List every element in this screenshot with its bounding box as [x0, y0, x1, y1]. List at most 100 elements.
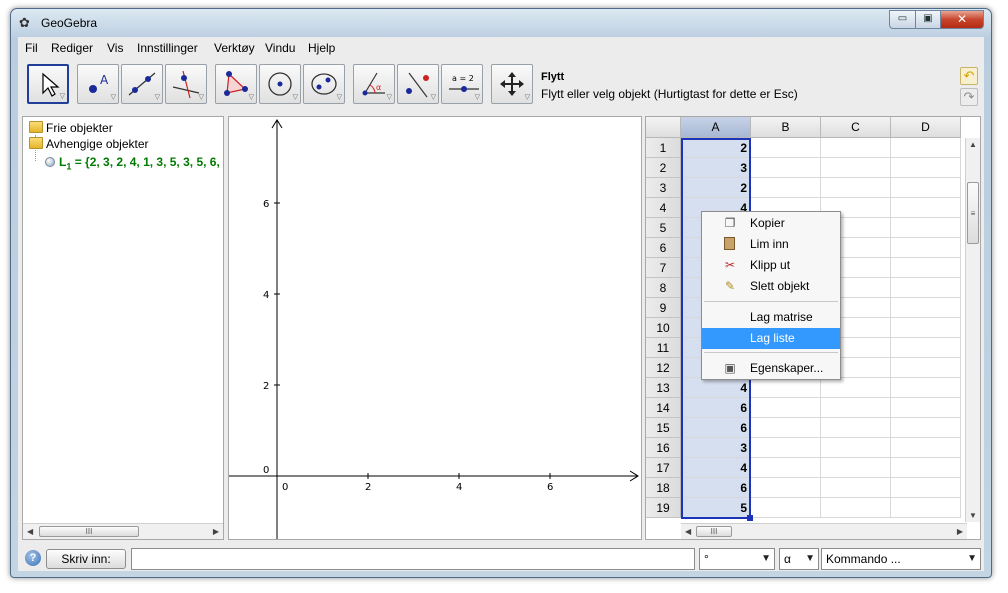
scroll-thumb[interactable]: ≡	[967, 182, 979, 244]
spreadsheet-vertical-scrollbar[interactable]: ▲ ≡ ▼	[965, 138, 980, 522]
column-header-b[interactable]: B	[751, 117, 821, 138]
menu-item-paste[interactable]: Lim inn	[702, 234, 840, 255]
sheet-corner[interactable]	[646, 117, 681, 138]
input-button[interactable]: Skriv inn:	[46, 549, 126, 569]
cell-c13[interactable]	[821, 378, 891, 398]
cell-d2[interactable]	[891, 158, 961, 178]
row-header[interactable]: 19	[646, 498, 681, 518]
cell-b15[interactable]	[751, 418, 821, 438]
row-header[interactable]: 16	[646, 438, 681, 458]
menu-item-properties[interactable]: ▣ Egenskaper...	[702, 358, 840, 379]
scroll-thumb[interactable]: III	[39, 526, 139, 537]
scroll-right-icon[interactable]: ▶	[213, 527, 219, 536]
row-header[interactable]: 11	[646, 338, 681, 358]
cell-d4[interactable]	[891, 198, 961, 218]
help-icon[interactable]: ?	[25, 550, 41, 566]
cell-c15[interactable]	[821, 418, 891, 438]
scroll-left-icon[interactable]: ◀	[685, 527, 691, 536]
cell-b18[interactable]	[751, 478, 821, 498]
cell-d14[interactable]	[891, 398, 961, 418]
cell-d10[interactable]	[891, 318, 961, 338]
cell-d1[interactable]	[891, 138, 961, 158]
cell-d13[interactable]	[891, 378, 961, 398]
cell-c2[interactable]	[821, 158, 891, 178]
cell-a2[interactable]: 3	[681, 158, 751, 178]
cell-a15[interactable]: 6	[681, 418, 751, 438]
row-header[interactable]: 17	[646, 458, 681, 478]
cell-d5[interactable]	[891, 218, 961, 238]
algebra-list-item[interactable]: L1 = {2, 3, 2, 4, 1, 3, 5, 3, 5, 6,	[45, 153, 225, 171]
menu-item-delete[interactable]: ✎ Slett objekt	[702, 276, 840, 297]
menu-item-create-matrix[interactable]: Lag matrise	[702, 307, 840, 328]
cell-a19[interactable]: 5	[681, 498, 751, 518]
menu-settings[interactable]: Innstillinger	[137, 41, 198, 55]
cell-b3[interactable]	[751, 178, 821, 198]
circle-tool-button[interactable]: ▽	[259, 64, 301, 104]
row-header[interactable]: 5	[646, 218, 681, 238]
scroll-up-icon[interactable]: ▲	[969, 140, 977, 149]
command-dropdown[interactable]: Kommando ... ▼	[821, 548, 981, 570]
menu-view[interactable]: Vis	[107, 41, 123, 55]
row-header[interactable]: 12	[646, 358, 681, 378]
polygon-tool-button[interactable]: ▽	[215, 64, 257, 104]
row-header[interactable]: 6	[646, 238, 681, 258]
symbol-dropdown[interactable]: ° ▼	[699, 548, 775, 570]
row-header[interactable]: 10	[646, 318, 681, 338]
menu-tools[interactable]: Verktøy	[214, 41, 255, 55]
row-header[interactable]: 13	[646, 378, 681, 398]
cell-a3[interactable]: 2	[681, 178, 751, 198]
cell-d16[interactable]	[891, 438, 961, 458]
algebra-horizontal-scrollbar[interactable]: ◀ III ▶	[23, 523, 223, 539]
scroll-down-icon[interactable]: ▼	[969, 511, 977, 520]
row-header[interactable]: 14	[646, 398, 681, 418]
move-graphics-tool-button[interactable]: ▽	[491, 64, 533, 104]
graphics-view[interactable]: 0 2 4 6 0 2 4 6	[228, 116, 642, 540]
cell-d15[interactable]	[891, 418, 961, 438]
cell-d11[interactable]	[891, 338, 961, 358]
row-header[interactable]: 8	[646, 278, 681, 298]
maximize-button[interactable]: ▣	[915, 10, 941, 29]
cell-a18[interactable]: 6	[681, 478, 751, 498]
line-tool-button[interactable]: ▽	[121, 64, 163, 104]
cell-d9[interactable]	[891, 298, 961, 318]
cell-b13[interactable]	[751, 378, 821, 398]
cell-a14[interactable]: 6	[681, 398, 751, 418]
scroll-right-icon[interactable]: ▶	[957, 527, 963, 536]
cell-d7[interactable]	[891, 258, 961, 278]
cell-c17[interactable]	[821, 458, 891, 478]
reflect-tool-button[interactable]: ▽	[397, 64, 439, 104]
column-header-a[interactable]: A	[681, 117, 751, 138]
column-header-c[interactable]: C	[821, 117, 891, 138]
perpendicular-tool-button[interactable]: ▽	[165, 64, 207, 104]
scroll-left-icon[interactable]: ◀	[27, 527, 33, 536]
row-header[interactable]: 7	[646, 258, 681, 278]
cell-c18[interactable]	[821, 478, 891, 498]
close-button[interactable]: ✕	[940, 10, 984, 29]
spreadsheet-horizontal-scrollbar[interactable]: ◀ III ▶	[681, 523, 967, 539]
scroll-thumb[interactable]: III	[696, 526, 732, 537]
menu-help[interactable]: Hjelp	[308, 41, 335, 55]
angle-tool-button[interactable]: α ▽	[353, 64, 395, 104]
cell-a17[interactable]: 4	[681, 458, 751, 478]
cell-d3[interactable]	[891, 178, 961, 198]
cell-a13[interactable]: 4	[681, 378, 751, 398]
menu-file[interactable]: Fil	[25, 41, 38, 55]
visibility-toggle-icon[interactable]	[45, 157, 55, 167]
conic-tool-button[interactable]: ▽	[303, 64, 345, 104]
cell-b19[interactable]	[751, 498, 821, 518]
cell-c1[interactable]	[821, 138, 891, 158]
move-tool-button[interactable]: ▽	[27, 64, 69, 104]
menu-item-create-list[interactable]: Lag liste	[702, 328, 840, 349]
cell-d6[interactable]	[891, 238, 961, 258]
menu-item-copy[interactable]: ❐ Kopier	[702, 213, 840, 234]
cell-a16[interactable]: 3	[681, 438, 751, 458]
row-header[interactable]: 3	[646, 178, 681, 198]
cell-b16[interactable]	[751, 438, 821, 458]
minimize-button[interactable]: ▭	[889, 10, 916, 29]
title-bar[interactable]: ✿ GeoGebra ▭ ▣ ✕	[11, 9, 991, 37]
row-header[interactable]: 1	[646, 138, 681, 158]
menu-item-cut[interactable]: ✂ Klipp ut	[702, 255, 840, 276]
command-input[interactable]	[131, 548, 695, 570]
cell-c16[interactable]	[821, 438, 891, 458]
cell-c19[interactable]	[821, 498, 891, 518]
